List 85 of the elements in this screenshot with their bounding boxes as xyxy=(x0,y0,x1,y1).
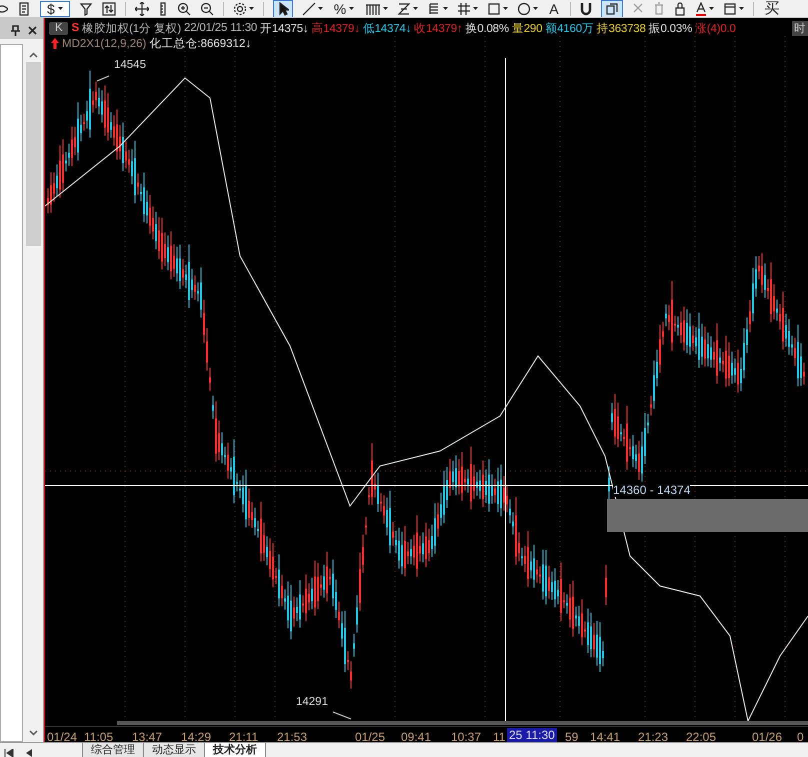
up-arrow-icon xyxy=(51,38,59,49)
line-icon[interactable] xyxy=(302,2,316,16)
cursor-tool[interactable] xyxy=(272,0,293,17)
symbol-mark: S xyxy=(71,22,79,34)
dollar-button[interactable]: $ xyxy=(40,0,70,16)
ruler-icon[interactable] xyxy=(158,2,168,16)
frame-icon[interactable] xyxy=(722,2,737,16)
caret-icon[interactable] xyxy=(413,7,418,10)
time-label: 14:29 xyxy=(181,730,212,742)
cursor-icon[interactable] xyxy=(276,2,289,16)
time-label: 13:47 xyxy=(132,730,162,742)
bar-datetime: 22/01/25 11:30 xyxy=(184,22,258,34)
caret-icon[interactable] xyxy=(349,7,354,10)
time-label: 01/25 xyxy=(355,730,386,742)
horizontal-scrollbar[interactable] xyxy=(117,721,808,725)
period-badge[interactable]: 时 xyxy=(792,20,808,36)
chart-type-badge[interactable]: K xyxy=(49,22,68,34)
text-color-icon[interactable] xyxy=(694,2,707,16)
lock-icon[interactable] xyxy=(674,2,686,16)
first-tab-icon[interactable] xyxy=(4,749,14,757)
time-label: 59 xyxy=(565,730,578,742)
quote-value: 持363738 xyxy=(596,22,646,36)
time-label: 11 xyxy=(493,730,506,742)
time-label: 14:41 xyxy=(590,730,620,742)
filter-icon[interactable] xyxy=(78,2,93,16)
scroll-up-icon[interactable] xyxy=(28,52,38,58)
quote-value: 额4160万 xyxy=(545,22,594,36)
caret-icon[interactable] xyxy=(318,7,323,10)
tab[interactable]: 综合管理 xyxy=(82,743,144,757)
caret-icon[interactable] xyxy=(443,7,448,10)
indicator-value: 化工总仓:8669312↓ xyxy=(149,36,252,51)
quote-value: 收14379↑ xyxy=(414,22,462,36)
time-label: 09:41 xyxy=(401,730,432,742)
caret-icon[interactable] xyxy=(503,7,508,10)
price-range-label: 14360 - 14374 xyxy=(613,483,690,497)
scrollbar-thumb[interactable] xyxy=(26,62,40,246)
low-price-label: 14291 xyxy=(296,696,328,708)
quote-value: 量290 xyxy=(512,22,542,36)
quote-value: 开14375↓ xyxy=(260,22,308,36)
move-icon[interactable] xyxy=(134,2,149,16)
zoom-out-icon[interactable] xyxy=(200,2,214,16)
cursor-time-label: 25 11:30 xyxy=(507,728,557,742)
time-label: 21:23 xyxy=(638,730,668,742)
tab[interactable]: 动态显示 xyxy=(143,743,205,757)
tab[interactable]: 技术分析 xyxy=(204,743,266,757)
rectangle-icon[interactable] xyxy=(487,2,502,16)
time-label: 01/26 xyxy=(752,730,782,742)
quote-value: 涨(4)0.0 xyxy=(695,22,736,36)
time-label: 01/24 xyxy=(47,730,78,742)
quote-value: 振0.03% xyxy=(648,22,692,36)
export-icon[interactable] xyxy=(102,2,116,16)
instrument-title: 橡胶加权(1分 复权) xyxy=(82,22,182,36)
scroll-down-icon[interactable] xyxy=(28,730,38,736)
time-label: 22:05 xyxy=(686,730,716,742)
caret-icon[interactable] xyxy=(708,7,714,10)
caret-icon[interactable] xyxy=(473,7,478,10)
time-label: 10:37 xyxy=(451,730,482,742)
percent-button[interactable]: % xyxy=(332,0,356,16)
caret-icon[interactable] xyxy=(248,7,254,10)
time-label: 11:05 xyxy=(84,730,114,742)
settings-icon[interactable] xyxy=(232,2,247,16)
bar-pattern-icon[interactable] xyxy=(365,2,382,16)
time-label: 21:11 xyxy=(229,730,258,742)
document-icon[interactable] xyxy=(17,2,31,16)
circle-icon[interactable] xyxy=(517,2,532,16)
time-label: 21:53 xyxy=(277,730,308,742)
caret-icon[interactable] xyxy=(383,7,388,10)
time-label: 0 xyxy=(797,730,804,742)
copy-icon[interactable] xyxy=(604,2,619,16)
buy-button[interactable]: 买 xyxy=(762,0,782,16)
high-price-label: 14545 xyxy=(114,59,146,71)
quote-value: 换0.08% xyxy=(466,22,509,36)
text-tool[interactable]: A xyxy=(547,0,561,16)
magnet-icon[interactable] xyxy=(580,2,592,16)
caret-icon[interactable] xyxy=(58,7,63,10)
caret-icon[interactable] xyxy=(738,7,744,10)
grid-icon[interactable] xyxy=(457,2,472,16)
quote-value: 低14374↓ xyxy=(362,22,412,36)
pin-icon[interactable] xyxy=(11,24,20,36)
indicator-name: MD2X1(12,9,26) xyxy=(62,38,146,50)
previous-tab-icon[interactable] xyxy=(26,749,32,757)
zoom-in-icon[interactable] xyxy=(176,2,191,16)
quote-value: 高14379↓ xyxy=(311,21,360,36)
close-icon[interactable] xyxy=(28,26,37,34)
caret-icon[interactable] xyxy=(533,7,538,10)
